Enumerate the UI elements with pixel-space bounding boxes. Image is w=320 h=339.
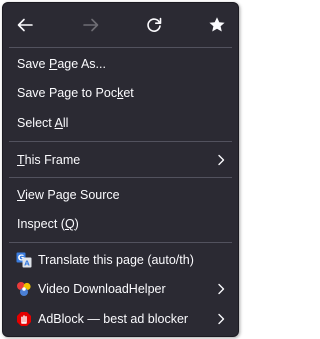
save-page-to-pocket-item[interactable]: Save Page to Pocket [7,79,234,107]
reload-icon [147,17,162,32]
back-button[interactable] [11,11,39,39]
star-icon [209,17,225,32]
chevron-right-icon [218,283,225,295]
adblock-item[interactable]: AdBlock — best ad blocker [7,305,234,333]
menu-item-label: View Page Source [17,188,120,202]
chevron-right-icon [218,313,225,325]
select-all-item[interactable]: Select All [7,109,234,137]
menu-separator [9,242,232,243]
menu-item-label: Translate this page (auto/th) [38,253,194,267]
menu-separator [9,177,232,178]
menu-item-label: Save Page to Pocket [17,86,134,100]
menu-item-label: Inspect (Q) [17,217,79,231]
bookmark-button[interactable] [203,11,231,39]
menu-item-label: This Frame [17,153,81,167]
translate-page-item[interactable]: G A Translate this page (auto/th) [7,246,234,274]
adblock-hand-icon [16,311,32,327]
arrow-left-icon [17,18,33,32]
video-downloadhelper-item[interactable]: Video DownloadHelper [7,275,234,303]
view-page-source-item[interactable]: View Page Source [7,181,234,209]
translate-icon: G A [16,252,32,268]
save-page-as-item[interactable]: Save Page As... [7,50,234,78]
navigation-bar [3,3,238,47]
menu-item-label: Select All [17,116,69,130]
context-menu: Save Page As... Save Page to Pocket Sele… [2,2,239,337]
menu-item-label: Video DownloadHelper [38,282,166,296]
arrow-right-icon [83,18,99,32]
menu-item-label: Save Page As... [17,57,106,71]
chevron-right-icon [218,154,225,166]
menu-item-label: AdBlock — best ad blocker [38,312,189,326]
this-frame-item[interactable]: This Frame [7,146,234,174]
video-downloadhelper-icon [16,281,32,297]
svg-text:A: A [24,260,30,268]
forward-button[interactable] [77,11,105,39]
menu-separator [9,141,232,142]
menu-separator [9,47,232,48]
inspect-item[interactable]: Inspect (Q) [7,210,234,238]
reload-button[interactable] [140,11,168,39]
